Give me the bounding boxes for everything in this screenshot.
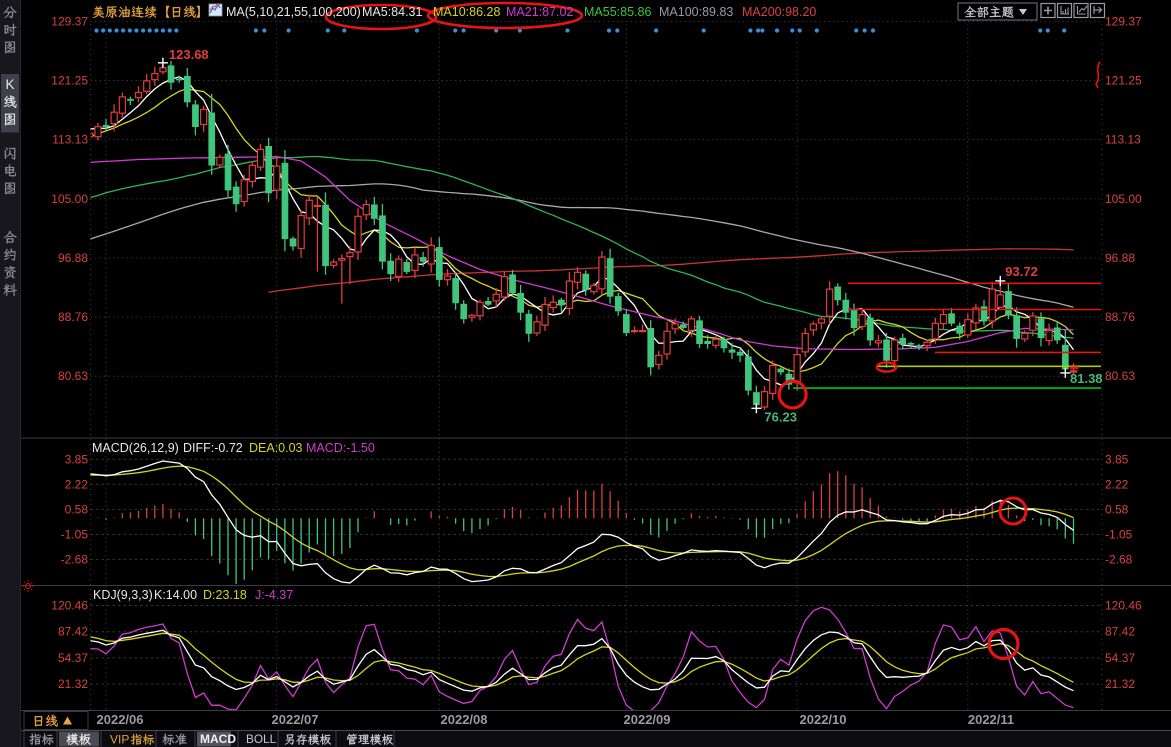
svg-text:121.25: 121.25 xyxy=(51,74,88,88)
svg-text:81.38: 81.38 xyxy=(1070,371,1103,386)
svg-text:K: K xyxy=(5,77,14,92)
svg-text:MACD: MACD xyxy=(200,732,236,746)
svg-text:113.13: 113.13 xyxy=(1105,133,1141,147)
svg-text:-2.68: -2.68 xyxy=(61,552,89,566)
svg-text:MA5:84.31: MA5:84.31 xyxy=(362,5,423,19)
svg-text:DEA:0.03: DEA:0.03 xyxy=(249,441,303,455)
svg-text:121.25: 121.25 xyxy=(1105,74,1142,88)
svg-text:K:14.00: K:14.00 xyxy=(154,588,197,602)
svg-text:0.58: 0.58 xyxy=(65,502,89,516)
svg-text:123.68: 123.68 xyxy=(169,47,209,62)
svg-text:54.37: 54.37 xyxy=(1105,651,1135,665)
svg-text:2.22: 2.22 xyxy=(65,477,89,491)
svg-text:MA100:89.83: MA100:89.83 xyxy=(659,5,733,19)
svg-text:96.88: 96.88 xyxy=(1105,251,1135,265)
svg-text:DIFF:-0.72: DIFF:-0.72 xyxy=(183,441,243,455)
svg-text:MACD(26,12,9): MACD(26,12,9) xyxy=(92,441,179,455)
svg-text:87.42: 87.42 xyxy=(1105,625,1135,639)
svg-text:80.63: 80.63 xyxy=(1105,369,1135,383)
svg-text:2.22: 2.22 xyxy=(1105,477,1129,491)
svg-text:J:-4.37: J:-4.37 xyxy=(255,588,293,602)
svg-text:BOLL: BOLL xyxy=(246,732,277,746)
svg-text:-2.68: -2.68 xyxy=(1105,552,1133,566)
svg-text:105.00: 105.00 xyxy=(51,192,88,206)
svg-text:D:23.18: D:23.18 xyxy=(203,588,247,602)
svg-text:21.32: 21.32 xyxy=(58,677,88,691)
svg-text:88.76: 88.76 xyxy=(1105,310,1135,324)
svg-text:MACD:-1.50: MACD:-1.50 xyxy=(306,441,375,455)
svg-text:93.72: 93.72 xyxy=(1005,264,1038,279)
svg-text:MA200:98.20: MA200:98.20 xyxy=(742,5,816,19)
svg-text:120.46: 120.46 xyxy=(1105,599,1142,613)
svg-text:113.13: 113.13 xyxy=(52,133,88,147)
svg-text:120.46: 120.46 xyxy=(51,599,88,613)
svg-text:87.42: 87.42 xyxy=(58,625,88,639)
svg-text:80.63: 80.63 xyxy=(58,369,88,383)
svg-text:96.88: 96.88 xyxy=(58,251,88,265)
svg-text:3.85: 3.85 xyxy=(65,452,89,466)
svg-text:2022/06: 2022/06 xyxy=(97,712,144,727)
svg-text:VIP: VIP xyxy=(110,733,129,747)
svg-text:MA(5,10,21,55,100,200): MA(5,10,21,55,100,200) xyxy=(226,5,361,19)
svg-text:2022/09: 2022/09 xyxy=(624,712,671,727)
svg-text:2022/11: 2022/11 xyxy=(968,712,1014,727)
svg-text:0.58: 0.58 xyxy=(1105,502,1129,516)
svg-text:KDJ(9,3,3): KDJ(9,3,3) xyxy=(93,588,153,602)
svg-text:54.37: 54.37 xyxy=(58,651,88,665)
svg-text:129.37: 129.37 xyxy=(51,14,88,28)
svg-text:2022/08: 2022/08 xyxy=(441,712,488,727)
svg-text:-1.05: -1.05 xyxy=(1105,527,1133,541)
svg-text:129.37: 129.37 xyxy=(1105,14,1142,28)
svg-text:2022/07: 2022/07 xyxy=(272,712,319,727)
svg-text:88.76: 88.76 xyxy=(58,310,88,324)
svg-text:21.32: 21.32 xyxy=(1105,677,1135,691)
svg-text:MA10:86.28: MA10:86.28 xyxy=(433,5,500,19)
svg-text:MA55:85.86: MA55:85.86 xyxy=(584,5,651,19)
svg-text:MA21:87.02: MA21:87.02 xyxy=(506,5,573,19)
svg-text:76.23: 76.23 xyxy=(764,409,797,424)
svg-text:105.00: 105.00 xyxy=(1105,192,1142,206)
svg-text:2022/10: 2022/10 xyxy=(800,712,847,727)
svg-text:-1.05: -1.05 xyxy=(61,527,89,541)
svg-text:3.85: 3.85 xyxy=(1105,452,1129,466)
